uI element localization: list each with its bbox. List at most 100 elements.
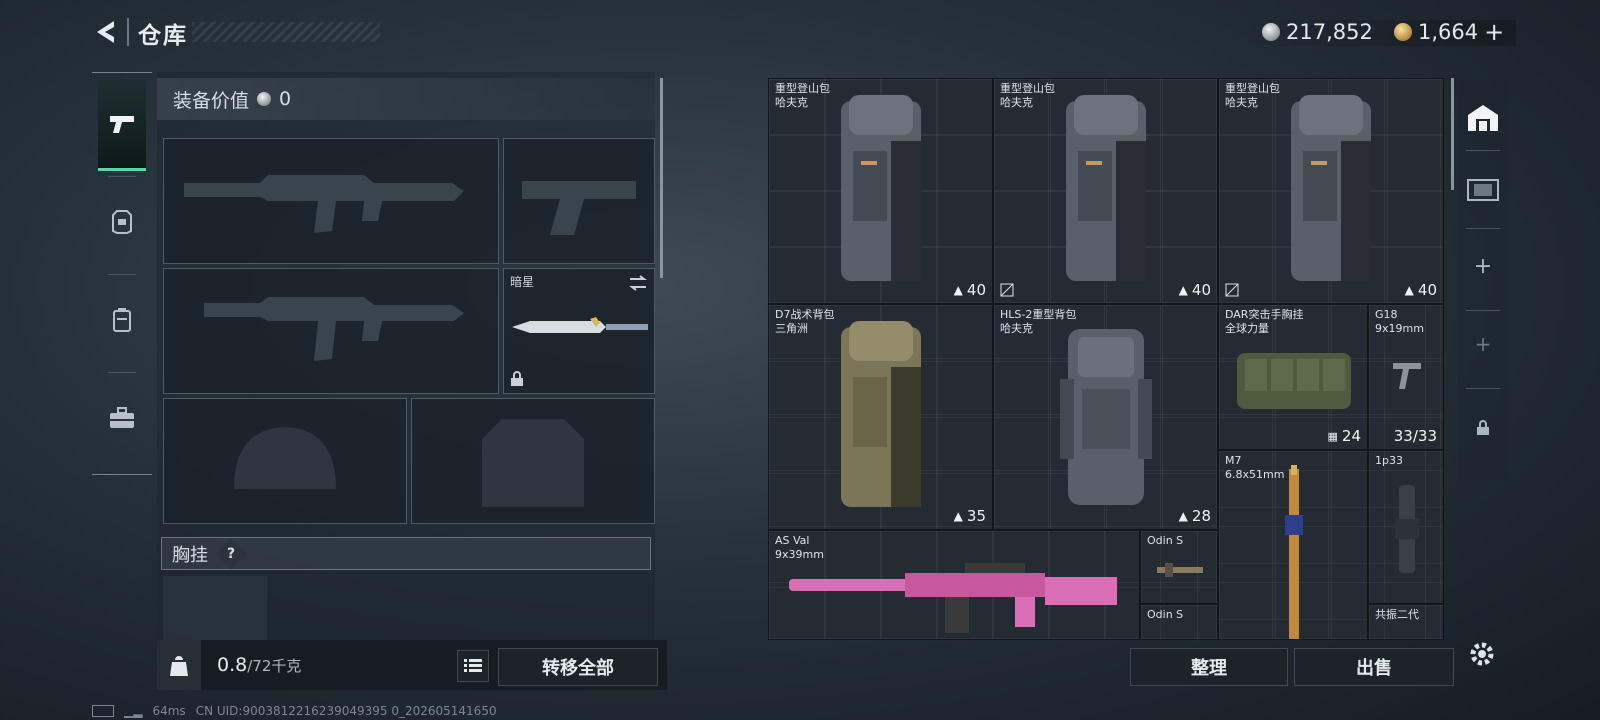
backpack-image-icon [1291, 95, 1371, 281]
chest-rig-slot[interactable] [163, 576, 267, 640]
warehouse-icon [1468, 105, 1498, 131]
list-view-button[interactable] [457, 650, 489, 682]
currency-gold-value: 1,664 [1418, 20, 1479, 44]
add-storage-button[interactable]: + [1458, 246, 1508, 286]
equip-value: 0 [279, 88, 292, 110]
grid-item[interactable]: 1p33 [1368, 450, 1444, 604]
body-armor-slot[interactable] [411, 398, 655, 524]
weight-icon: ▲ [953, 283, 963, 297]
sell-button[interactable]: 出售 [1294, 648, 1454, 686]
back-arrow-icon [97, 21, 114, 43]
list-icon [464, 659, 482, 672]
item-name: G18 9x19mm [1375, 308, 1424, 335]
nav-weapons[interactable] [98, 80, 146, 171]
back-button[interactable] [92, 18, 120, 46]
ping-value: 64ms [152, 704, 186, 718]
item-count: ▦ 24 [1327, 427, 1362, 445]
nav-armor[interactable] [98, 178, 146, 266]
no-insure-icon [1225, 283, 1239, 297]
item-name: Odin S [1147, 534, 1184, 547]
item-count: ▲ 28 [1178, 507, 1211, 525]
status-bar: ▁▂ 64ms CN UID:9003812216239049395 0_202… [92, 704, 497, 718]
chest-rig-image-icon [1237, 353, 1351, 409]
weight-icon: ▲ [953, 509, 963, 523]
helmet-silhouette-icon [234, 427, 336, 489]
sort-button[interactable]: 整理 [1130, 648, 1288, 686]
attachment-image-icon [1157, 563, 1203, 577]
nav-backpack[interactable] [98, 276, 146, 364]
left-nav [92, 72, 152, 476]
storage-tab-2[interactable] [1458, 162, 1508, 212]
equip-value-label: 装备价值 [173, 89, 250, 112]
storage-scrollbar[interactable] [1451, 78, 1454, 190]
grid-item[interactable]: D7战术背包 三角洲 ▲ 35 [768, 304, 993, 530]
grid-item[interactable]: AS Val 9x39mm [768, 530, 1140, 640]
pistol-icon [110, 116, 134, 133]
melee-slot-label: 暗星 [510, 275, 535, 289]
add-currency-button[interactable]: + [1484, 20, 1504, 44]
weight-max: /72千克 [247, 656, 302, 675]
primary-weapon-slot[interactable] [163, 138, 499, 264]
gear-icon [1470, 642, 1494, 666]
weight-current: 0.8 [217, 654, 248, 676]
grid-item[interactable]: HLS-2重型背包 哈夫克 ▲ 28 [993, 304, 1218, 530]
help-icon[interactable]: ? [215, 537, 247, 570]
helmet-slot[interactable] [163, 398, 407, 524]
backpack-image-icon [1060, 329, 1152, 505]
grid-item[interactable]: DAR突击手胸挂 全球力量 ▦ 24 [1218, 304, 1368, 450]
melee-slot[interactable]: 暗星 [503, 268, 655, 394]
weight-icon [157, 640, 201, 690]
no-insure-icon [1000, 283, 1014, 297]
signal-icon: ▁▂ [124, 704, 143, 718]
chest-rig-section[interactable]: 胸挂 ? [161, 537, 651, 570]
add-storage-button-2[interactable]: + [1458, 324, 1508, 364]
chest-rig-label: 胸挂 [172, 544, 208, 566]
scope-image-icon [1395, 485, 1419, 573]
item-name: D7战术背包 三角洲 [775, 308, 835, 335]
grid-item[interactable]: 重型登山包 哈夫克 ▲ 40 [768, 78, 993, 304]
loadout-scrollbar[interactable] [660, 78, 663, 278]
currency-silver: 217,852 [1262, 20, 1373, 44]
backpack-image-icon [841, 321, 921, 507]
equip-value-row: 装备价值 0 [157, 78, 655, 120]
grid-item[interactable]: 重型登山包 哈夫克 ▲ 40 [1218, 78, 1444, 304]
grid-item[interactable]: Odin S [1140, 530, 1218, 604]
storage-tabs: + + [1458, 78, 1508, 480]
lock-icon [511, 371, 523, 386]
weight-icon: ▲ [1178, 283, 1188, 297]
page-title: 仓库 [138, 23, 188, 49]
grid-item[interactable]: G18 9x19mm 33/33 [1368, 304, 1444, 450]
swap-icon[interactable] [628, 275, 648, 291]
locked-storage-tab[interactable] [1458, 408, 1508, 448]
secondary-weapon-slot[interactable] [503, 138, 655, 264]
currency-silver-value: 217,852 [1286, 20, 1373, 44]
header-divider [127, 18, 129, 46]
tab-separator [1466, 150, 1500, 151]
nav-case[interactable] [98, 374, 146, 462]
pistol-silhouette-icon [522, 181, 636, 235]
silver-coin-icon [257, 92, 272, 106]
rig-icon: ▦ [1327, 429, 1338, 443]
item-name: 1p33 [1375, 454, 1403, 467]
nav-separator [108, 372, 136, 373]
grid-item[interactable]: Odin S [1140, 604, 1218, 640]
weight-icon: ▲ [1404, 283, 1414, 297]
storage-grid: 重型登山包哈夫克 ▲40 重型登山包哈夫克 ▲40 重型登山包哈夫克 [768, 78, 1444, 640]
item-count: ▲ 35 [953, 507, 986, 525]
gold-coin-icon [1394, 23, 1412, 41]
transfer-all-button[interactable]: 转移全部 [498, 648, 658, 686]
lock-icon [1477, 420, 1489, 435]
tab-separator [1466, 310, 1500, 311]
item-name: Odin S [1147, 608, 1184, 621]
grid-item[interactable]: 重型登山包 哈夫克 ▲ 40 [993, 78, 1218, 304]
grid-item[interactable]: M7 6.8x51mm [1218, 450, 1368, 640]
rifle-image-icon [789, 563, 1117, 633]
settings-button[interactable] [1466, 638, 1498, 670]
grid-item[interactable]: 共振二代 [1368, 604, 1444, 640]
tab-separator [1466, 228, 1500, 229]
primary-weapon-slot-2[interactable] [163, 268, 499, 394]
storage-tab-main[interactable] [1458, 92, 1508, 144]
weight-icon: ▲ [1178, 509, 1188, 523]
item-count: ▲ 40 [953, 281, 986, 299]
item-name: 共振二代 [1375, 608, 1419, 621]
